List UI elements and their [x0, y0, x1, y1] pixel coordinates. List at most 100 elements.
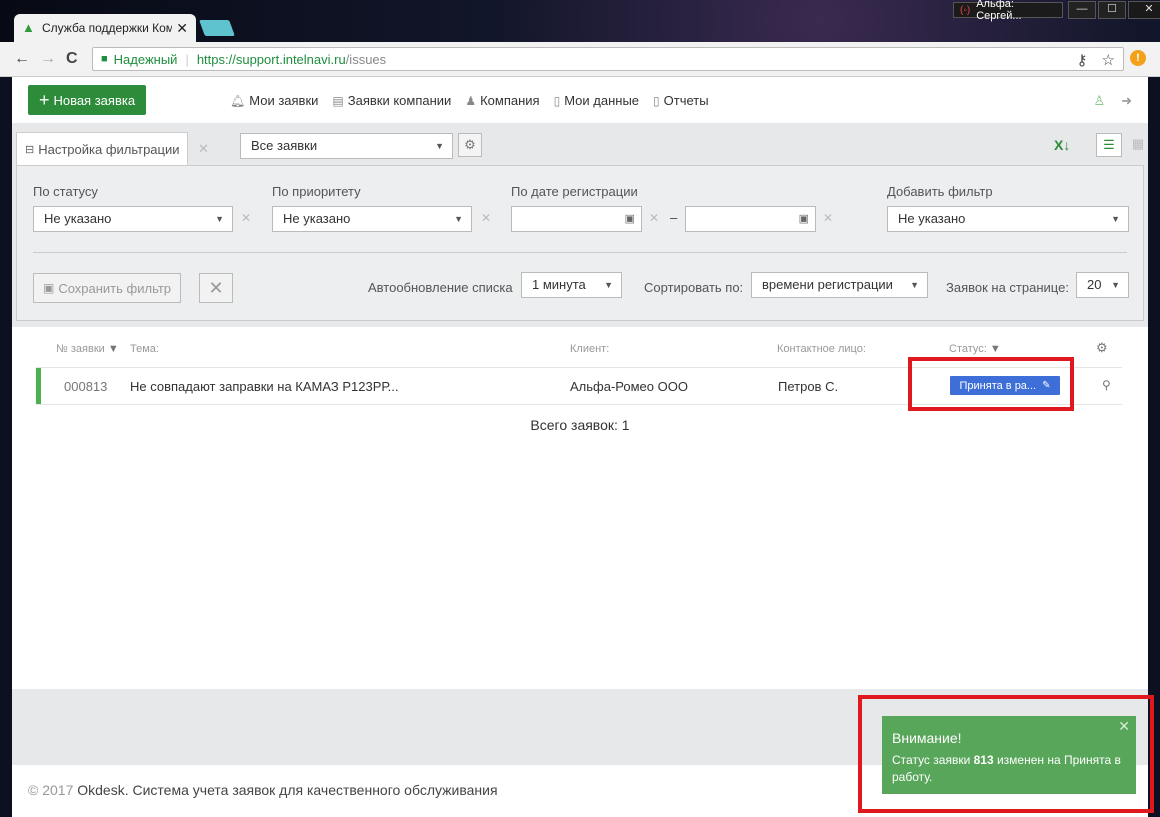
maximize-button[interactable]: ☐	[1098, 1, 1126, 19]
toast-title: Внимание!	[892, 730, 962, 746]
add-filter-select[interactable]: Не указано ▼	[887, 206, 1129, 232]
toast-message: Статус заявки 813 изменен на Принята в р…	[892, 753, 1121, 784]
new-ticket-label: Новая заявка	[53, 92, 136, 108]
filter-icon[interactable]: ▼	[108, 343, 119, 355]
chevron-down-icon: ▼	[604, 280, 613, 290]
chevron-down-icon: ▼	[1111, 214, 1120, 224]
report-icon: ▯	[653, 93, 660, 108]
date-from-field[interactable]: ▣	[511, 206, 642, 232]
toast-close-icon[interactable]: ✕	[1118, 718, 1130, 735]
chevron-down-icon: ▼	[435, 141, 444, 151]
reload-icon[interactable]: C	[66, 50, 78, 68]
profile-button[interactable]: (◦) Альфа: Сергей...	[953, 0, 1063, 22]
chevron-down-icon: ▼	[910, 280, 919, 290]
column-status[interactable]: Статус: ▼	[949, 343, 1001, 355]
grid-view-button[interactable]: ▦	[1126, 133, 1148, 157]
window-controls: — ☐ ✕	[1068, 1, 1160, 19]
forward-icon[interactable]: →	[40, 50, 56, 68]
total-count: Всего заявок: 1	[530, 417, 630, 433]
autorefresh-select[interactable]: 1 минута ▼	[521, 272, 622, 298]
menu-company-tickets[interactable]: ▤ Заявки компании	[332, 93, 451, 108]
filter-tab-close-icon[interactable]: ✕	[198, 141, 209, 157]
calendar-icon[interactable]: ▣	[799, 207, 809, 231]
menu-my-data[interactable]: ▯ Мои данные	[554, 93, 639, 108]
new-tab-button[interactable]	[199, 20, 235, 36]
bookmark-star-icon[interactable]: ☆	[1102, 51, 1115, 69]
ticket-subject-link[interactable]: Не совпадают заправки на КАМАЗ Р123РР...	[130, 379, 398, 394]
collapse-icon: ⊟	[25, 143, 35, 156]
menu-my-tickets[interactable]: 🔔︎ Мои заявки	[230, 93, 318, 108]
url-field[interactable]: ■ Надежный | https://support.intelnavi.r…	[92, 47, 1124, 71]
reset-filter-button[interactable]: ✕	[199, 273, 233, 303]
filter-settings-tab[interactable]: ⊟ Настройка фильтрации	[16, 132, 188, 165]
clear-date-from-icon[interactable]: ✕	[649, 211, 659, 225]
sort-label: Сортировать по:	[644, 280, 744, 295]
browser-tab[interactable]: ▲ Служба поддержки Ком ✕	[14, 14, 196, 42]
menu-company[interactable]: ♟ Компания	[465, 93, 539, 108]
date-filter-label: По дате регистрации	[511, 184, 638, 199]
chevron-down-icon: ▼	[454, 214, 463, 224]
lock-icon: ■	[101, 53, 108, 65]
tab-title: Служба поддержки Ком	[42, 21, 173, 35]
per-page-select[interactable]: 20 ▼	[1076, 272, 1129, 298]
footer-text: . Система учета заявок для качественного…	[124, 782, 498, 798]
autorefresh-label: Автообновление списка	[368, 280, 513, 295]
chevron-down-icon: ▼	[215, 214, 224, 224]
column-client: Клиент:	[570, 343, 610, 355]
sort-select[interactable]: времени регистрации ▼	[751, 272, 928, 298]
okdesk-logo-icon: ▲	[22, 20, 35, 35]
add-filter-label: Добавить фильтр	[887, 184, 993, 199]
row-priority-bar	[36, 368, 41, 404]
priority-filter-select[interactable]: Не указано ▼	[272, 206, 472, 232]
minimize-button[interactable]: —	[1068, 1, 1096, 19]
close-window-button[interactable]: ✕	[1128, 1, 1160, 19]
filter-icon[interactable]: ▼	[990, 343, 1001, 355]
profile-name: Альфа: Сергей...	[976, 0, 1022, 22]
per-page-label: Заявок на странице:	[946, 280, 1069, 295]
url-path: /issues	[345, 51, 387, 67]
menu-reports[interactable]: ▯ Отчеты	[653, 93, 709, 108]
footer-brand: Okdesk	[77, 782, 125, 798]
ticket-number-link[interactable]: 000813	[64, 379, 107, 394]
close-icon: ✕	[208, 278, 224, 298]
clear-date-to-icon[interactable]: ✕	[823, 211, 833, 225]
update-alert-icon[interactable]: !	[1130, 50, 1146, 66]
ticket-list: № заявки ▼ Тема: Клиент: Контактное лицо…	[12, 327, 1148, 689]
columns-settings-gear-icon[interactable]: ⚙	[1096, 340, 1108, 356]
address-bar: ← → C ■ Надежный | https://support.intel…	[0, 42, 1160, 77]
search-icon[interactable]: ⚲	[1102, 378, 1111, 392]
date-to-field[interactable]: ▣	[685, 206, 816, 232]
ticket-contact: Петров С.	[778, 379, 839, 394]
list-view-icon: ☰	[1103, 137, 1115, 152]
column-subject: Тема:	[130, 343, 159, 355]
list-view-button[interactable]: ☰	[1096, 133, 1122, 157]
chevron-down-icon: ▼	[1111, 280, 1120, 290]
filter-panel: По статусу Не указано ▼ ✕ По приоритету …	[16, 165, 1144, 321]
date-range-separator: –	[670, 210, 678, 225]
logout-icon[interactable]: ➜	[1121, 93, 1132, 109]
new-ticket-button[interactable]: + Новая заявка	[28, 85, 146, 115]
top-navigation: + Новая заявка 🔔︎ Мои заявки ▤ Заявки ко…	[12, 77, 1148, 123]
notification-toast: ✕ Внимание! Статус заявки 813 изменен на…	[882, 716, 1136, 794]
excel-export-icon[interactable]: X↓	[1054, 137, 1070, 153]
floppy-icon: ▣	[42, 281, 55, 295]
filter-preset-select[interactable]: Все заявки ▼	[240, 133, 453, 159]
status-highlight-frame	[908, 357, 1074, 411]
browser-titlebar: ▲ Служба поддержки Ком ✕ (◦) Альфа: Серг…	[0, 0, 1160, 42]
preset-settings-button[interactable]: ⚙	[458, 133, 482, 157]
profile-icon: (◦)	[960, 4, 971, 16]
calendar-icon[interactable]: ▣	[625, 207, 635, 231]
key-icon[interactable]: ⚷	[1077, 51, 1088, 69]
url-host: https://support.intelnavi.ru	[196, 51, 346, 67]
clear-priority-icon[interactable]: ✕	[481, 211, 491, 225]
clear-status-icon[interactable]: ✕	[241, 211, 251, 225]
user-profile-icon[interactable]: ♙	[1093, 93, 1105, 109]
save-filter-button[interactable]: ▣ Сохранить фильтр	[33, 273, 181, 303]
column-number[interactable]: № заявки ▼	[56, 343, 119, 355]
status-filter-select[interactable]: Не указано ▼	[33, 206, 233, 232]
copyright: © 2017	[28, 782, 74, 798]
back-icon[interactable]: ←	[14, 50, 30, 68]
column-contact: Контактное лицо:	[777, 343, 866, 355]
tab-close-icon[interactable]: ✕	[176, 20, 188, 37]
ticket-client: Альфа-Ромео ООО	[570, 379, 688, 394]
